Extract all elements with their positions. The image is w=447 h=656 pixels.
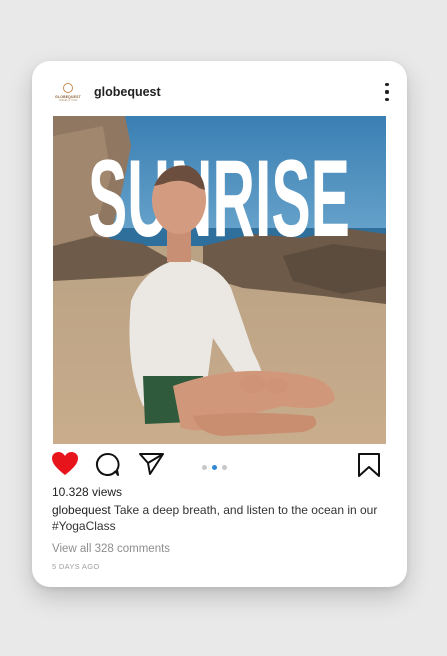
send-icon[interactable] [138,452,165,476]
view-comments-link[interactable]: View all 328 comments [52,543,170,555]
more-options-icon[interactable] [381,83,393,101]
carousel-indicator [202,465,227,470]
post-image[interactable]: SUNRISE [53,116,386,444]
bookmark-icon[interactable] [357,452,381,478]
comment-icon[interactable] [95,452,120,477]
post-username[interactable]: globequest [94,85,161,99]
caption-username[interactable]: globequest [52,503,111,517]
heart-icon[interactable] [51,451,79,477]
carousel-dot[interactable] [222,465,227,470]
view-count: 10.328 views [52,485,123,499]
avatar-tagline: TRAVEL & YOGA [58,98,78,102]
carousel-dot[interactable] [202,465,207,470]
post-header: GLOBEQUEST TRAVEL & YOGA globequest [32,61,407,116]
avatar[interactable]: GLOBEQUEST TRAVEL & YOGA [52,79,84,105]
logo-icon [63,82,73,93]
action-bar [32,451,407,481]
carousel-dot-active[interactable] [212,465,217,470]
post-caption: globequest Take a deep breath, and liste… [52,502,382,534]
post-timestamp: 5 DAYS AGO [52,562,100,571]
image-headline: SUNRISE [88,137,350,260]
post-card: GLOBEQUEST TRAVEL & YOGA globequest SUNR… [32,61,407,587]
